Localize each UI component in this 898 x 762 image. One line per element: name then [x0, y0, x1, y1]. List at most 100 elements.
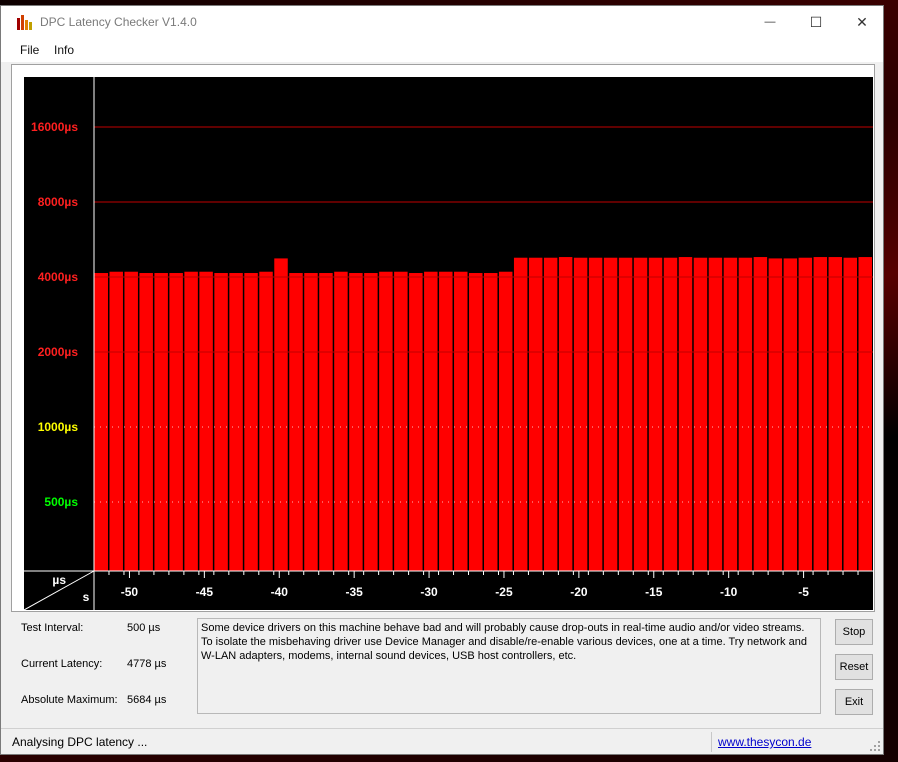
latency-bar	[858, 257, 872, 571]
app-window: DPC Latency Checker V1.4.0 — ☐ ✕ File In…	[0, 5, 884, 755]
menu-file[interactable]: File	[20, 43, 39, 57]
absolute-maximum-label: Absolute Maximum:	[21, 694, 118, 706]
latency-bar	[663, 257, 678, 571]
latency-bar	[334, 271, 348, 571]
minimize-button[interactable]: —	[747, 6, 793, 38]
latency-bar	[783, 258, 798, 571]
stop-button[interactable]: Stop	[835, 619, 873, 645]
latency-bar	[558, 257, 573, 571]
latency-bar	[94, 273, 108, 571]
status-bar: Analysing DPC latency ... www.thesycon.d…	[1, 728, 883, 754]
x-tick-label: -15	[645, 585, 663, 599]
y-tick-label: 8000µs	[38, 195, 79, 209]
latency-bar	[708, 257, 723, 571]
latency-bar	[738, 257, 753, 571]
y-tick-label: 2000µs	[38, 345, 79, 359]
y-tick-label: 4000µs	[38, 270, 79, 284]
latency-chart: 500µs 1000µs 2000µs 4000µs 8000µs 16000µs µs s -…	[24, 77, 873, 610]
latency-bar	[424, 271, 438, 571]
menu-info[interactable]: Info	[54, 43, 74, 57]
latency-bar	[753, 257, 768, 571]
latency-bar	[603, 257, 618, 571]
latency-bar	[139, 273, 153, 571]
latency-bar	[498, 271, 513, 571]
latency-bar	[469, 273, 483, 571]
current-latency-label: Current Latency:	[21, 658, 103, 670]
latency-graph-panel: 500µs 1000µs 2000µs 4000µs 8000µs 16000µs µs s -…	[11, 64, 875, 612]
latency-bar	[379, 271, 393, 571]
latency-bar	[543, 257, 558, 571]
latency-bar	[528, 257, 543, 571]
latency-bar	[154, 273, 168, 571]
latency-bar	[364, 273, 378, 571]
latency-bar	[199, 271, 213, 571]
x-tick-label: -35	[345, 585, 363, 599]
latency-bar	[394, 271, 408, 571]
latency-bar	[768, 258, 783, 571]
latency-bar	[484, 273, 498, 571]
current-latency-value: 4778 µs	[127, 658, 167, 670]
latency-bar	[349, 273, 363, 571]
latency-bar	[573, 257, 588, 571]
latency-bar	[289, 273, 303, 571]
menu-bar: File Info	[1, 38, 883, 62]
resize-grip-icon[interactable]	[869, 740, 881, 752]
latency-bar	[813, 257, 828, 571]
y-tick-label: 16000µs	[31, 120, 78, 134]
close-icon: ✕	[856, 13, 868, 30]
diagnostic-message: Some device drivers on this machine beha…	[197, 618, 821, 714]
latency-bar	[693, 257, 708, 571]
latency-bar	[439, 271, 453, 571]
absolute-maximum-value: 5684 µs	[127, 694, 167, 706]
latency-bar	[648, 257, 663, 571]
latency-bar	[229, 273, 243, 571]
x-tick-label: -25	[495, 585, 513, 599]
latency-bar	[454, 271, 468, 571]
latency-bar	[513, 257, 528, 571]
minimize-icon: —	[764, 16, 776, 28]
latency-bar	[304, 273, 318, 571]
website-link[interactable]: www.thesycon.de	[718, 735, 811, 749]
latency-bar	[588, 257, 603, 571]
latency-bar	[259, 271, 273, 571]
latency-bar	[109, 271, 123, 571]
y-tick-label: 500µs	[44, 495, 78, 509]
x-tick-label: -5	[798, 585, 809, 599]
y-unit-label: µs	[52, 573, 66, 587]
window-title: DPC Latency Checker V1.4.0	[40, 15, 197, 29]
latency-bar	[828, 257, 843, 571]
x-tick-label: -20	[570, 585, 588, 599]
latency-bar	[124, 271, 138, 571]
maximize-button[interactable]: ☐	[793, 6, 839, 38]
x-tick-label: -10	[720, 585, 738, 599]
status-divider	[711, 732, 712, 752]
y-tick-label: 1000µs	[38, 420, 79, 434]
x-tick-label: -45	[196, 585, 214, 599]
reset-button[interactable]: Reset	[835, 654, 873, 680]
latency-bar	[678, 257, 693, 571]
latency-bar	[169, 273, 183, 571]
maximize-icon: ☐	[809, 13, 823, 30]
title-bar[interactable]: DPC Latency Checker V1.4.0 — ☐ ✕	[1, 6, 883, 38]
x-unit-label: s	[83, 590, 90, 604]
latency-bar	[723, 257, 738, 571]
latency-bar	[244, 273, 258, 571]
latency-bar	[319, 273, 333, 571]
latency-bar	[843, 257, 858, 571]
latency-bar	[214, 273, 228, 571]
latency-bar	[633, 257, 648, 571]
latency-bar	[409, 273, 423, 571]
app-icon	[17, 15, 32, 30]
x-tick-label: -50	[121, 585, 139, 599]
test-interval-value: 500 µs	[127, 622, 161, 634]
exit-button[interactable]: Exit	[835, 689, 873, 715]
x-tick-label: -40	[271, 585, 289, 599]
latency-bar	[618, 257, 633, 571]
x-tick-label: -30	[420, 585, 438, 599]
latency-bar	[274, 258, 288, 571]
latency-bar	[184, 271, 198, 571]
close-button[interactable]: ✕	[839, 6, 885, 38]
test-interval-label: Test Interval:	[21, 622, 84, 634]
status-text: Analysing DPC latency ...	[12, 735, 148, 749]
latency-bar	[798, 257, 813, 571]
